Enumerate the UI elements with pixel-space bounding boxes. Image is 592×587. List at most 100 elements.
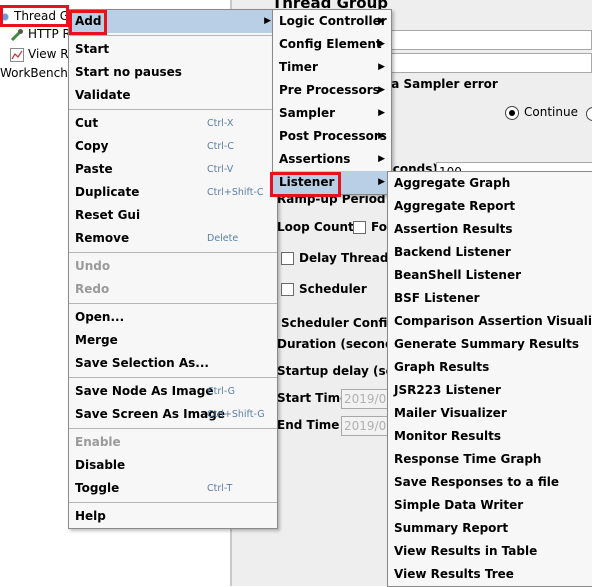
tree-item-view-results[interactable]: View R: [10, 45, 69, 63]
name-field[interactable]: [380, 30, 592, 50]
tree-item-workbench[interactable]: WorkBench: [0, 64, 68, 82]
continue-radio[interactable]: [505, 105, 519, 120]
listener-item-comparison-assertion-visualizer[interactable]: Comparison Assertion Visualizer: [388, 310, 592, 333]
menu-item-label: Start: [75, 42, 110, 56]
shortcut-label: Ctrl-G: [207, 386, 236, 397]
submenu-arrow-icon: ▶: [378, 62, 385, 72]
menu-item-save-selection-as[interactable]: Save Selection As...: [69, 352, 277, 375]
menu-item-disable[interactable]: Disable: [69, 454, 277, 477]
shortcut-label: Ctrl+Shift-C: [207, 187, 264, 198]
annotation-listener: [270, 172, 341, 197]
delay-thread-checkbox[interactable]: [281, 252, 294, 265]
menu-item-label: Reset Gui: [75, 208, 141, 222]
menu-item-label: Timer: [279, 60, 318, 74]
menu-item-save-node-as-image[interactable]: Save Node As Image Ctrl-G: [69, 380, 277, 403]
submenu-item-assertions[interactable]: Assertions ▶: [273, 148, 391, 171]
menu-item-label: Save Selection As...: [75, 356, 209, 370]
menu-item-validate[interactable]: Validate: [69, 84, 277, 107]
menu-item-label: Aggregate Graph: [394, 176, 511, 190]
menu-item-merge[interactable]: Merge: [69, 329, 277, 352]
scheduler-checkbox[interactable]: [281, 283, 294, 296]
shortcut-label: Delete: [207, 233, 239, 244]
menu-item-help[interactable]: Help: [69, 505, 277, 528]
submenu-item-pre-processors[interactable]: Pre Processors ▶: [273, 79, 391, 102]
start-time-label: Start Time: [277, 391, 349, 405]
menu-item-label: Graph Results: [394, 360, 490, 374]
menu-item-label: Config Element: [279, 37, 382, 51]
menu-item-label: Comparison Assertion Visualizer: [394, 314, 592, 328]
listener-item-summary-report[interactable]: Summary Report: [388, 517, 592, 540]
start-next-radio[interactable]: [586, 107, 592, 121]
menu-item-label: Copy: [75, 139, 109, 153]
listener-item-response-time-graph[interactable]: Response Time Graph: [388, 448, 592, 471]
listener-item-monitor-results[interactable]: Monitor Results: [388, 425, 592, 448]
menu-item-cut[interactable]: Cut Ctrl-X: [69, 112, 277, 135]
menu-item-copy[interactable]: Copy Ctrl-C: [69, 135, 277, 158]
annotation-add: [69, 10, 107, 35]
listener-item-backend-listener[interactable]: Backend Listener: [388, 241, 592, 264]
menu-item-label: Logic Controller: [279, 14, 387, 28]
submenu-item-config-element[interactable]: Config Element ▶: [273, 33, 391, 56]
menu-item-save-screen-as-image[interactable]: Save Screen As Image Ctrl+Shift-G: [69, 403, 277, 426]
menu-item-label: Generate Summary Results: [394, 337, 580, 351]
submenu-item-logic-controller[interactable]: Logic Controller ▶: [273, 10, 391, 33]
tree-item-http-request[interactable]: HTTP R: [10, 25, 71, 43]
listener-item-view-results-in-table[interactable]: View Results in Table: [388, 540, 592, 563]
listener-item-beanshell-listener[interactable]: BeanShell Listener: [388, 264, 592, 287]
menu-separator: [69, 303, 277, 304]
submenu-arrow-icon: ▶: [378, 16, 385, 26]
menu-item-paste[interactable]: Paste Ctrl-V: [69, 158, 277, 181]
menu-item-undo: Undo: [69, 255, 277, 278]
menu-item-label: Pre Processors: [279, 83, 380, 97]
menu-item-label: Save Screen As Image: [75, 407, 225, 421]
listener-item-aggregate-graph[interactable]: Aggregate Graph: [388, 172, 592, 195]
listener-item-simple-data-writer[interactable]: Simple Data Writer: [388, 494, 592, 517]
submenu-arrow-icon: ▶: [264, 16, 271, 26]
listener-item-aggregate-report[interactable]: Aggregate Report: [388, 195, 592, 218]
menu-separator: [69, 109, 277, 110]
tree-item-label: View R: [28, 47, 69, 61]
context-menu: Add ▶ Start Start no pauses Validate Cut Ctrl-…: [68, 9, 278, 529]
listener-item-mailer-visualizer[interactable]: Mailer Visualizer: [388, 402, 592, 425]
menu-item-label: Backend Listener: [394, 245, 511, 259]
menu-item-start[interactable]: Start: [69, 38, 277, 61]
menu-item-toggle[interactable]: Toggle Ctrl-T: [69, 477, 277, 500]
menu-item-label: Aggregate Report: [394, 199, 516, 213]
menu-item-label: View Results Tree: [394, 567, 514, 581]
menu-item-duplicate[interactable]: Duplicate Ctrl+Shift-C: [69, 181, 277, 204]
shortcut-label: Ctrl-X: [207, 118, 234, 129]
submenu-item-timer[interactable]: Timer ▶: [273, 56, 391, 79]
tree-item-label: HTTP R: [28, 27, 71, 41]
menu-item-label: Summary Report: [394, 521, 509, 535]
listener-item-generate-summary-results[interactable]: Generate Summary Results: [388, 333, 592, 356]
forever-checkbox[interactable]: [353, 221, 366, 234]
menu-item-label: Save Node As Image: [75, 384, 214, 398]
menu-item-label: Monitor Results: [394, 429, 501, 443]
listener-item-assertion-results[interactable]: Assertion Results: [388, 218, 592, 241]
menu-item-start-no-pauses[interactable]: Start no pauses: [69, 61, 277, 84]
submenu-arrow-icon: ▶: [378, 154, 385, 164]
listener-item-bsf-listener[interactable]: BSF Listener: [388, 287, 592, 310]
comments-field[interactable]: [380, 53, 592, 73]
listener-item-view-results-tree[interactable]: View Results Tree: [388, 563, 592, 586]
menu-item-label: Post Processors: [279, 129, 387, 143]
continue-option[interactable]: Continue: [505, 105, 578, 120]
menu-separator: [69, 35, 277, 36]
shortcut-label: Ctrl-T: [207, 483, 233, 494]
menu-item-label: Undo: [75, 259, 111, 273]
listener-item-save-responses-to-a-file[interactable]: Save Responses to a file: [388, 471, 592, 494]
submenu-item-post-processors[interactable]: Post Processors ▶: [273, 125, 391, 148]
scheduler-option[interactable]: Scheduler: [281, 282, 367, 296]
menu-item-open[interactable]: Open...: [69, 306, 277, 329]
menu-separator: [69, 428, 277, 429]
submenu-arrow-icon: ▶: [378, 108, 385, 118]
menu-item-label: Validate: [75, 88, 131, 102]
menu-item-reset-gui[interactable]: Reset Gui: [69, 204, 277, 227]
listener-item-graph-results[interactable]: Graph Results: [388, 356, 592, 379]
listener-item-jsr223-listener[interactable]: JSR223 Listener: [388, 379, 592, 402]
menu-item-remove[interactable]: Remove Delete: [69, 227, 277, 250]
menu-item-label: BeanShell Listener: [394, 268, 522, 282]
menu-item-label: Simple Data Writer: [394, 498, 524, 512]
menu-item-label: Duplicate: [75, 185, 140, 199]
submenu-item-sampler[interactable]: Sampler ▶: [273, 102, 391, 125]
